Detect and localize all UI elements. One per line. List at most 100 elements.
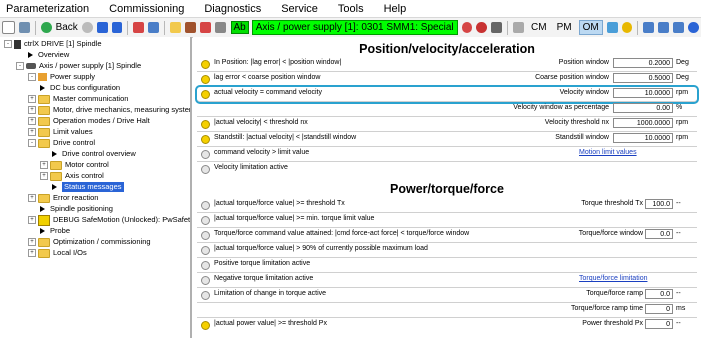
toolbar-separator xyxy=(127,20,129,35)
menu-diagnostics[interactable]: Diagnostics xyxy=(198,3,267,15)
tree-item-local-io[interactable]: + Local I/Os xyxy=(28,248,87,258)
expand-icon[interactable]: + xyxy=(28,194,36,202)
power-supply-icon xyxy=(38,73,47,81)
expand-icon[interactable]: + xyxy=(28,128,36,136)
position-window-field[interactable]: 0.2000 xyxy=(613,58,673,68)
toolbar: Back Ab Axis / power supply [1]: 0301 SM… xyxy=(0,17,701,38)
menu-service[interactable]: Service xyxy=(275,3,324,15)
tree-item-spindle-positioning[interactable]: Spindle positioning xyxy=(40,204,113,214)
arrow-icon xyxy=(40,85,45,91)
tree-item-optimization[interactable]: + Optimization / commissioning xyxy=(28,237,151,247)
arrow-icon xyxy=(52,184,57,190)
torque-threshold-field[interactable]: 100.0 xyxy=(645,199,673,209)
velocity-window-field[interactable]: 10.0000 xyxy=(613,88,673,98)
menu-tools[interactable]: Tools xyxy=(332,3,370,15)
tree-item-drive-control-overview[interactable]: Drive control overview xyxy=(52,149,136,159)
panel-icon[interactable] xyxy=(658,22,670,33)
expand-icon[interactable]: + xyxy=(28,95,36,103)
back-button[interactable]: Back xyxy=(56,22,78,33)
menu-parameterization[interactable]: Parameterization xyxy=(0,3,95,15)
tree-item-motor[interactable]: + Motor, drive mechanics, measuring syst… xyxy=(28,105,190,115)
tree-item-master-comm[interactable]: + Master communication xyxy=(28,94,128,104)
status-led-icon xyxy=(201,75,210,84)
collapse-icon[interactable]: - xyxy=(28,139,36,147)
status-row-highlighted: actual velocity = command velocity Veloc… xyxy=(195,85,699,104)
help-icon[interactable] xyxy=(687,22,699,33)
grid-icon[interactable] xyxy=(513,22,525,33)
tree-item-ctrlx-drive[interactable]: - ctrlX DRIVE [1] Spindle xyxy=(4,39,102,49)
network-icon[interactable] xyxy=(133,22,145,33)
window-icon[interactable] xyxy=(643,22,655,33)
status-led-icon xyxy=(201,135,210,144)
tree-item-axis[interactable]: - Axis / power supply [1] Spindle xyxy=(16,61,141,71)
section-title-power: Power/torque/force xyxy=(390,182,504,196)
menu-help[interactable]: Help xyxy=(378,3,413,15)
safety-icon xyxy=(38,214,50,226)
tree-icon[interactable] xyxy=(148,22,160,33)
document-icon[interactable] xyxy=(2,21,15,34)
status-led-icon xyxy=(201,150,210,159)
menu-commissioning[interactable]: Commissioning xyxy=(103,3,190,15)
home-icon[interactable] xyxy=(18,22,30,33)
face-icon[interactable] xyxy=(621,22,633,33)
power-threshold-field[interactable]: 0 xyxy=(645,319,673,329)
expand-icon[interactable]: + xyxy=(28,216,36,224)
print-icon[interactable] xyxy=(491,22,503,33)
ab-badge[interactable]: Ab xyxy=(230,21,249,34)
back-arrow-icon[interactable] xyxy=(40,22,52,33)
status-row: Velocity window as percentage 0.00 % xyxy=(197,102,697,117)
motion-limit-values-link[interactable]: Motion limit values xyxy=(579,149,637,156)
axis-selector[interactable]: Axis / power supply [1]: 0301 SMM1: Spec… xyxy=(251,20,458,35)
expand-icon[interactable]: + xyxy=(28,238,36,246)
collapse-icon[interactable]: - xyxy=(4,40,12,48)
expand-icon[interactable]: + xyxy=(28,249,36,257)
tree-item-drive-control[interactable]: - Drive control xyxy=(28,138,95,148)
arrow-icon xyxy=(40,228,45,234)
torque-limitation-link[interactable]: Torque/force limitation xyxy=(579,275,647,282)
tree-item-error-reaction[interactable]: + Error reaction xyxy=(28,193,98,203)
torque-ramp-field[interactable]: 0.0 xyxy=(645,289,673,299)
tree-item-probe[interactable]: Probe xyxy=(40,226,70,236)
tree-item-overview[interactable]: Overview xyxy=(28,50,69,60)
forward-arrow-icon[interactable] xyxy=(81,22,93,33)
mode-pm-button[interactable]: PM xyxy=(554,21,575,34)
mode-om-button[interactable]: OM xyxy=(578,20,603,35)
navigation-tree: - ctrlX DRIVE [1] Spindle Overview - Axi… xyxy=(0,37,192,338)
tree-item-motor-control[interactable]: + Motor control xyxy=(40,160,109,170)
velocity-threshold-field[interactable]: 1000.0000 xyxy=(613,118,673,128)
standstill-window-field[interactable]: 10.0000 xyxy=(613,133,673,143)
expand-icon[interactable]: + xyxy=(28,117,36,125)
tree-item-status-messages[interactable]: Status messages xyxy=(52,182,124,192)
coarse-position-window-field[interactable]: 0.5000 xyxy=(613,73,673,83)
status-messages-panel: Position/velocity/acceleration In Positi… xyxy=(193,37,701,338)
gear-icon[interactable] xyxy=(461,22,473,33)
down-arrow-icon[interactable] xyxy=(111,22,123,33)
status-led-icon xyxy=(201,321,210,330)
layout-icon[interactable] xyxy=(673,22,684,33)
folder-icon xyxy=(38,127,50,137)
expand-icon[interactable]: + xyxy=(40,161,48,169)
velocity-window-percent-field[interactable]: 0.00 xyxy=(613,103,673,113)
tree-item-dc-bus[interactable]: DC bus configuration xyxy=(40,83,120,93)
expand-icon[interactable]: + xyxy=(40,172,48,180)
star-icon[interactable] xyxy=(170,22,181,33)
settings-icon[interactable] xyxy=(214,22,226,33)
collapse-icon[interactable]: - xyxy=(16,62,24,70)
drive-icon[interactable] xyxy=(199,22,211,33)
status-led-icon xyxy=(201,90,210,99)
tree-item-axis-control[interactable]: + Axis control xyxy=(40,171,104,181)
monitor-icon[interactable] xyxy=(606,22,618,33)
tree-item-operation-modes[interactable]: + Operation modes / Drive Halt xyxy=(28,116,150,126)
torque-ramp-time-field[interactable]: 0 xyxy=(645,304,673,314)
mode-cm-button[interactable]: CM xyxy=(528,21,550,34)
tree-item-debug-safemotion[interactable]: + DEBUG SafeMotion (Unlocked): PwSafety xyxy=(28,214,190,226)
status-led-icon xyxy=(201,291,210,300)
collapse-icon[interactable]: - xyxy=(28,73,36,81)
expand-icon[interactable]: + xyxy=(28,106,36,114)
up-arrow-icon[interactable] xyxy=(96,22,108,33)
torque-window-field[interactable]: 0.0 xyxy=(645,229,673,239)
tree-item-power-supply[interactable]: - Power supply xyxy=(28,72,95,82)
tree-item-limit-values[interactable]: + Limit values xyxy=(28,127,93,137)
tools-icon[interactable] xyxy=(184,22,196,33)
stop-icon[interactable] xyxy=(476,22,488,33)
